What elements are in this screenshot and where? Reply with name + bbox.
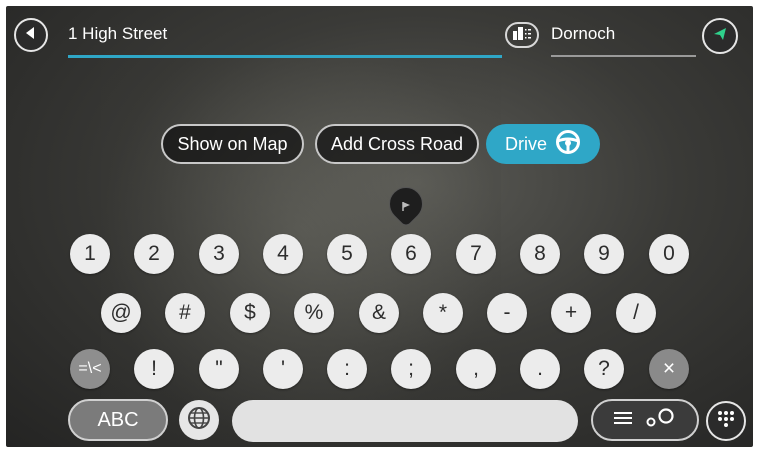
abc-keyboard-button[interactable]: ABC — [68, 399, 168, 441]
list-search-icon — [646, 407, 676, 434]
key-comma[interactable]: , — [456, 349, 496, 389]
backspace-icon: × — [662, 357, 676, 380]
key-exclamation[interactable]: ! — [134, 349, 174, 389]
key-colon[interactable]: : — [327, 349, 367, 389]
language-button[interactable] — [179, 400, 219, 440]
key-plus[interactable]: + — [551, 293, 591, 333]
keyboard-icon — [715, 408, 737, 435]
drive-button[interactable]: Drive — [486, 124, 600, 164]
back-button[interactable] — [14, 18, 48, 52]
key-apostrophe[interactable]: ' — [263, 349, 303, 389]
key-question[interactable]: ? — [584, 349, 624, 389]
key-ampersand[interactable]: & — [359, 293, 399, 333]
key-period[interactable]: . — [520, 349, 560, 389]
key-2[interactable]: 2 — [134, 234, 174, 274]
globe-icon — [186, 405, 212, 436]
screen: 1 High Street Dornoch Show on Map Add Cr… — [6, 6, 753, 447]
key-double-quote[interactable]: " — [199, 349, 239, 389]
place-input-underline — [551, 55, 696, 57]
show-on-map-button[interactable]: Show on Map — [161, 124, 304, 164]
key-3[interactable]: 3 — [199, 234, 239, 274]
key-slash[interactable]: / — [616, 293, 656, 333]
navigation-arrow-icon — [712, 26, 728, 47]
key-0[interactable]: 0 — [649, 234, 689, 274]
keyboard-button[interactable] — [706, 401, 746, 441]
key-1[interactable]: 1 — [70, 234, 110, 274]
back-arrow-icon — [23, 25, 39, 46]
key-at[interactable]: @ — [101, 293, 141, 333]
street-input-underline — [68, 55, 502, 58]
key-7[interactable]: 7 — [456, 234, 496, 274]
search-results-toggle[interactable] — [591, 399, 699, 441]
map-pin-flag — [401, 198, 411, 211]
place-type-button[interactable] — [505, 22, 539, 48]
steering-wheel-icon — [555, 129, 581, 160]
key-8[interactable]: 8 — [520, 234, 560, 274]
key-9[interactable]: 9 — [584, 234, 624, 274]
list-icon — [614, 411, 632, 430]
key-5[interactable]: 5 — [327, 234, 367, 274]
key-minus[interactable]: - — [487, 293, 527, 333]
key-4[interactable]: 4 — [263, 234, 303, 274]
add-cross-road-button[interactable]: Add Cross Road — [315, 124, 479, 164]
key-percent[interactable]: % — [294, 293, 334, 333]
place-input[interactable]: Dornoch — [551, 20, 691, 48]
city-icon — [512, 26, 532, 45]
go-button[interactable] — [702, 18, 738, 54]
drive-label: Drive — [504, 133, 547, 154]
key-semicolon[interactable]: ; — [391, 349, 431, 389]
key-asterisk[interactable]: * — [423, 293, 463, 333]
symbols-toggle-key[interactable]: =\< — [70, 349, 110, 389]
key-dollar[interactable]: $ — [230, 293, 270, 333]
key-6[interactable]: 6 — [391, 234, 431, 274]
search-bar: 1 High Street Dornoch — [6, 6, 753, 62]
backspace-key[interactable]: × — [649, 349, 689, 389]
space-bar[interactable] — [232, 400, 578, 442]
key-hash[interactable]: # — [165, 293, 205, 333]
street-input[interactable]: 1 High Street — [68, 20, 502, 48]
